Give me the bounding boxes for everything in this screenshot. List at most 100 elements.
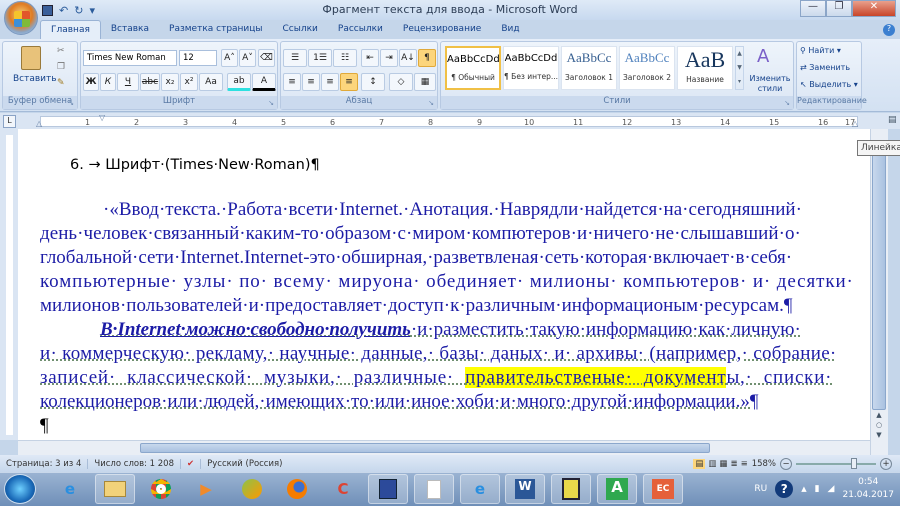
strikethrough-button[interactable]: abc [140,73,160,91]
tab-references[interactable]: Ссылки [273,20,328,40]
power-icon[interactable]: ▮ [815,484,820,494]
dialog-launcher-icon[interactable]: ↘ [428,99,434,107]
copy-icon[interactable]: ❐ [57,62,65,72]
justify-button[interactable]: ≡ [340,73,358,91]
highlight-button[interactable]: ab [227,73,251,91]
vertical-scroll-thumb[interactable] [872,150,886,410]
dialog-launcher-icon[interactable]: ↘ [784,99,790,107]
word-count[interactable]: Число слов: 1 208 [88,458,181,469]
taskbar-ccleaner[interactable]: C [323,474,363,504]
horizontal-ruler[interactable]: 1 2 3 4 5 6 7 8 9 10 11 12 13 14 15 16 1… [0,113,900,129]
font-size-select[interactable]: 12 [179,50,217,66]
styles-gallery-scroll[interactable]: ▲ ▼ ▾ [735,46,744,90]
start-button[interactable] [4,474,36,504]
draft-view-icon[interactable]: ≡ [741,459,748,469]
change-styles-button[interactable]: Изменить стили [747,74,793,94]
taskbar-media-player[interactable]: ▶ [186,474,226,504]
taskbar-word[interactable]: W [505,474,545,504]
taskbar-app-green-orange[interactable] [232,474,272,504]
taskbar-chrome[interactable] [141,474,181,504]
left-indent-marker[interactable]: △ [36,119,42,128]
tab-page-layout[interactable]: Разметка страницы [159,20,273,40]
align-right-button[interactable]: ≡ [321,73,339,91]
page-count[interactable]: Страница: 3 из 4 [0,458,89,469]
tab-view[interactable]: Вид [491,20,529,40]
clock[interactable]: 0:54 21.04.2017 [842,476,894,502]
first-line-indent-marker[interactable]: ▽ [99,113,105,122]
shrink-font-button[interactable]: A˅ [239,49,256,67]
zoom-in-icon[interactable]: + [880,457,892,470]
style-normal[interactable]: AaBbCcDd ¶ Обычный [445,46,501,90]
zoom-out-icon[interactable]: − [780,457,792,470]
line-spacing-button[interactable]: ↕ [361,73,385,91]
show-hidden-icons[interactable]: ▲ [801,485,806,493]
browse-object-buttons[interactable]: ▲ ○ ▼ [874,410,884,440]
zoom-slider[interactable] [796,457,876,469]
office-button[interactable] [4,1,38,35]
style-no-spacing[interactable]: AaBbCcDd ¶ Без интер... [503,46,559,90]
network-icon[interactable]: ◢ [828,484,835,494]
restore-button[interactable]: ❐ [826,0,852,17]
bold-button[interactable]: Ж [83,73,99,91]
full-screen-reading-icon[interactable]: ▥ [708,459,716,469]
taskbar-blank-document[interactable] [414,474,454,504]
tab-insert[interactable]: Вставка [101,20,159,40]
dialog-launcher-icon[interactable]: ↘ [268,99,274,107]
format-painter-icon[interactable]: ✎ [57,78,65,88]
zoom-level[interactable]: 158% [752,459,776,469]
paste-icon[interactable] [21,46,41,70]
help-tray-icon[interactable]: ? [775,480,794,498]
change-case-button[interactable]: Aa [199,73,223,91]
view-ruler-icon[interactable]: ▤ [888,115,897,125]
borders-button[interactable]: ▦ [414,73,436,91]
print-layout-view-icon[interactable]: ▤ [693,458,706,469]
clear-formatting-button[interactable]: ⌫ [258,49,275,67]
select-button[interactable]: ↖ Выделить ▾ [800,80,858,89]
close-button[interactable]: ✕ [852,0,896,17]
align-center-button[interactable]: ≡ [302,73,320,91]
find-button[interactable]: ⚲ Найти ▾ [800,46,841,55]
decrease-indent-button[interactable]: ⇤ [361,49,379,67]
numbering-button[interactable]: 1☰ [308,49,332,67]
show-formatting-marks-button[interactable]: ¶ [418,49,436,67]
style-title[interactable]: AaB Название [677,46,733,90]
bullets-button[interactable]: ☰ [283,49,307,67]
language-indicator[interactable]: RU [754,484,767,494]
minimize-button[interactable]: — [800,0,826,17]
style-heading-1[interactable]: AaBbCc Заголовок 1 [561,46,617,90]
underline-button[interactable]: Ч [117,73,139,91]
cut-icon[interactable]: ✂ [57,46,65,56]
taskbar-app-person[interactable] [551,474,591,504]
italic-button[interactable]: К [100,73,116,91]
shading-button[interactable]: ◇ [389,73,413,91]
help-icon[interactable]: ? [883,24,895,36]
tab-selector[interactable]: L [3,115,16,128]
taskbar-internet-explorer[interactable]: e [50,474,90,504]
taskbar-internet-explorer-2[interactable]: e [460,474,500,504]
zoom-slider-thumb[interactable] [851,457,857,469]
align-left-button[interactable]: ≡ [283,73,301,91]
tab-home[interactable]: Главная [40,20,101,40]
sort-button[interactable]: A↓ [399,49,417,67]
replace-button[interactable]: ⇄ Заменить [800,63,850,72]
right-indent-marker[interactable]: △ [852,119,858,128]
web-layout-icon[interactable]: ▦ [719,459,727,469]
font-color-button[interactable]: A [252,73,276,91]
style-heading-2[interactable]: AaBbCc Заголовок 2 [619,46,675,90]
taskbar-app-ec[interactable]: EC [643,474,683,504]
taskbar-file-explorer[interactable] [95,474,135,504]
taskbar-firefox[interactable] [277,474,317,504]
dialog-launcher-icon[interactable]: ↘ [68,99,74,107]
multilevel-list-button[interactable]: ☷ [333,49,357,67]
outline-view-icon[interactable]: ≣ [730,459,737,469]
spellcheck-icon[interactable]: ✔ [181,458,202,469]
horizontal-scroll-thumb[interactable] [140,443,710,453]
taskbar-floppy[interactable] [368,474,408,504]
taskbar-app-green-a[interactable]: A [597,474,637,504]
increase-indent-button[interactable]: ⇥ [380,49,398,67]
subscript-button[interactable]: x₂ [161,73,179,91]
grow-font-button[interactable]: A˄ [221,49,238,67]
tab-review[interactable]: Рецензирование [393,20,491,40]
paste-button[interactable]: Вставить [13,74,57,84]
font-name-select[interactable]: Times New Roman [83,50,177,66]
